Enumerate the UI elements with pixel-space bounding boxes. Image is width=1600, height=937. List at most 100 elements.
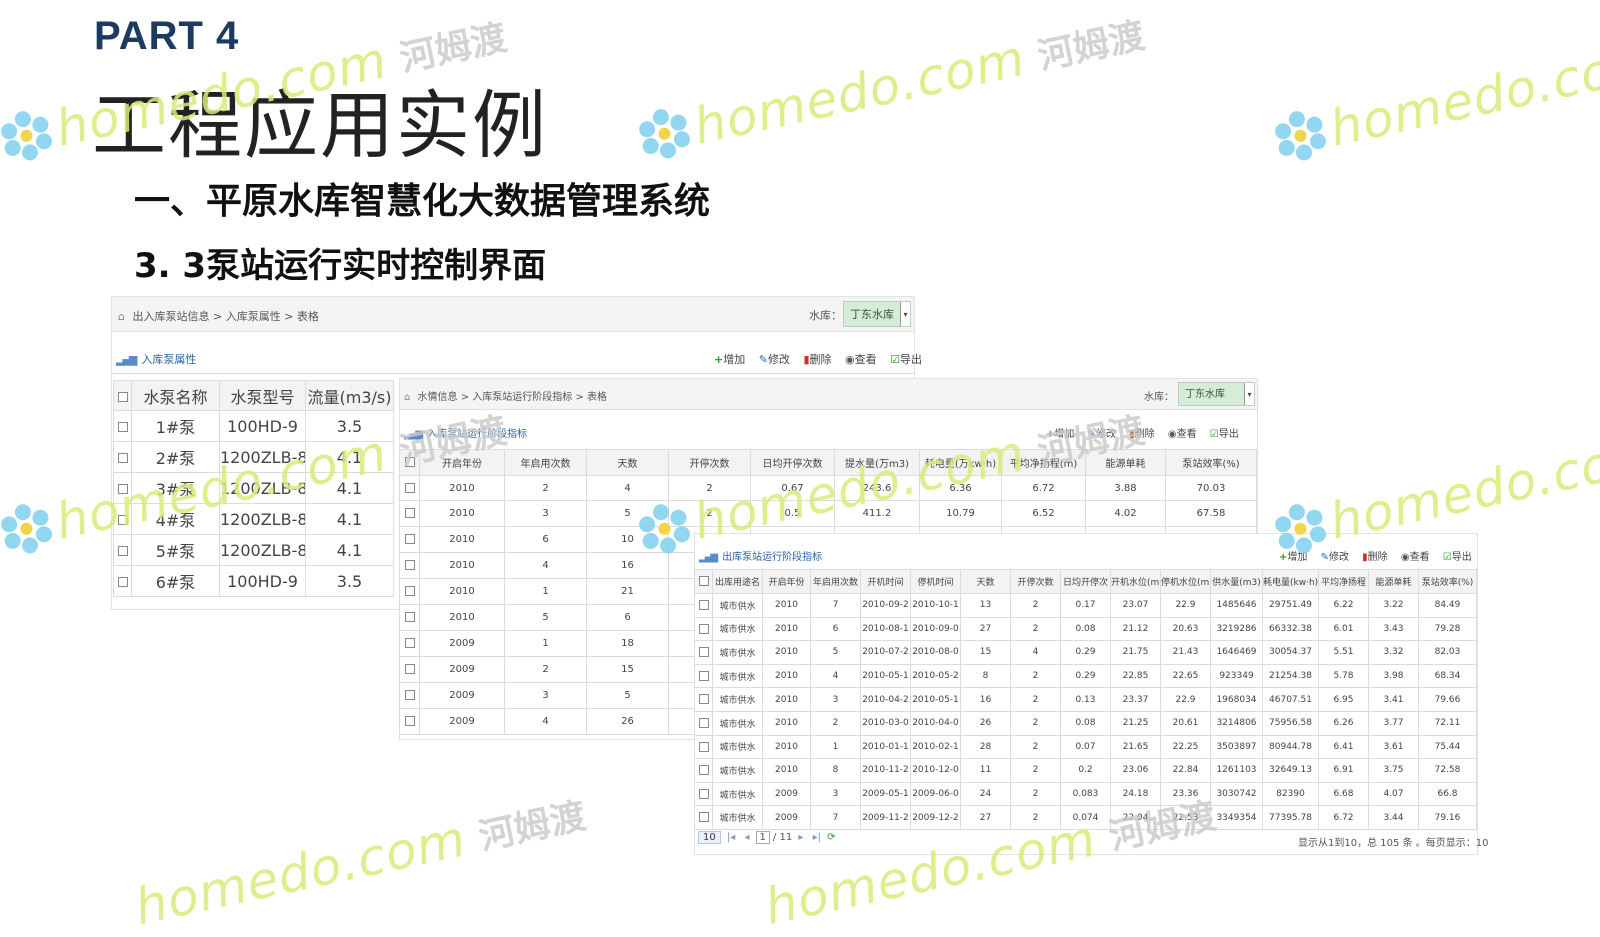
- breadcrumb-item[interactable]: 出入库泵站信息: [132, 310, 209, 323]
- table-row[interactable]: 城市供水 2010 6 2010-08-1 2010-09-0 27 2 0.08 21.12 2…: [694, 616, 1477, 642]
- home-icon[interactable]: ⌂: [118, 310, 125, 323]
- column-header[interactable]: 天数: [960, 569, 1011, 594]
- select-all-checkbox[interactable]: [694, 569, 713, 594]
- row-checkbox[interactable]: [694, 640, 713, 665]
- table-row[interactable]: 城市供水 2009 7 2009-11-2 2009-12-2 27 2 0.074 22.04…: [694, 805, 1477, 830]
- table-row[interactable]: 城市供水 2010 8 2010-11-2 2010-12-0 11 2 0.2 23.06 22…: [694, 758, 1477, 783]
- column-header[interactable]: 供水量(m3): [1210, 569, 1263, 594]
- column-header[interactable]: 日均开停次: [1060, 569, 1111, 594]
- column-header[interactable]: 泵站效率(%): [1418, 569, 1477, 594]
- view-button[interactable]: ◉查看: [845, 353, 877, 366]
- column-header[interactable]: 年启用次数: [810, 569, 861, 594]
- table-row[interactable]: 城市供水 2009 3 2009-05-1 2009-06-0 24 2 0.083 24.18…: [694, 781, 1477, 807]
- reservoir-select[interactable]: 丁东水库 ▾: [1178, 382, 1255, 406]
- row-checkbox[interactable]: [113, 472, 132, 504]
- edit-button[interactable]: ✎修改: [1088, 429, 1116, 440]
- export-button[interactable]: ☑导出: [1210, 429, 1239, 440]
- row-checkbox[interactable]: [694, 616, 713, 642]
- table-row[interactable]: 4#泵1200ZLB-854.1: [113, 503, 394, 535]
- next-page-icon[interactable]: ▸: [798, 832, 803, 843]
- column-header[interactable]: 平均净扬程: [1318, 569, 1369, 594]
- column-header[interactable]: 出库用途名: [712, 569, 763, 594]
- export-button[interactable]: ☑导出: [1443, 552, 1472, 563]
- view-button[interactable]: ◉查看: [1401, 552, 1430, 563]
- row-checkbox[interactable]: [694, 758, 713, 783]
- row-checkbox[interactable]: [113, 441, 132, 473]
- table-row[interactable]: 6#泵 100HD-9 3.5: [113, 565, 394, 597]
- row-checkbox[interactable]: [399, 500, 420, 527]
- column-header[interactable]: 开停次数: [668, 449, 751, 476]
- column-header[interactable]: 耗电量(kw·h): [1262, 569, 1319, 594]
- breadcrumb-item[interactable]: 水情信息: [418, 392, 458, 403]
- column-header[interactable]: 能源单耗: [1085, 449, 1166, 476]
- column-header[interactable]: 开启年份: [762, 569, 811, 594]
- row-checkbox[interactable]: [694, 593, 713, 618]
- table-row[interactable]: 城市供水 2010 3 2010-04-2 2010-05-1 16 2 0.13 23.37 2…: [694, 687, 1477, 712]
- row-checkbox[interactable]: [399, 578, 420, 605]
- column-header[interactable]: 年启用次数: [504, 449, 587, 476]
- last-page-icon[interactable]: ▸|: [813, 832, 821, 843]
- select-all-checkbox[interactable]: [113, 380, 132, 411]
- row-checkbox[interactable]: [399, 475, 420, 501]
- table-row[interactable]: 3#泵1200ZLB-854.1: [113, 472, 394, 504]
- table-row[interactable]: 5#泵1200ZLB-854.1: [113, 534, 394, 566]
- column-header[interactable]: 水泵名称: [131, 380, 220, 411]
- table-row[interactable]: 城市供水 2010 5 2010-07-2 2010-08-0 15 4 0.29 21.75 2…: [694, 640, 1477, 665]
- column-header[interactable]: 水泵型号: [219, 380, 306, 411]
- row-checkbox[interactable]: [694, 781, 713, 807]
- row-checkbox[interactable]: [694, 805, 713, 830]
- table-row[interactable]: 城市供水 2010 4 2010-05-1 2010-05-2 8 2 0.29 22.85 22…: [694, 663, 1477, 689]
- row-checkbox[interactable]: [399, 656, 420, 683]
- row-checkbox[interactable]: [399, 552, 420, 579]
- home-icon[interactable]: ⌂: [404, 392, 410, 403]
- edit-button[interactable]: ✎修改: [1321, 552, 1349, 563]
- first-page-icon[interactable]: |◂: [727, 832, 735, 843]
- table-row[interactable]: 2010 2 4 2 0.67 243.6 6.36 6.72 3.88 70.03: [399, 475, 1257, 501]
- select-all-checkbox[interactable]: [399, 449, 420, 476]
- column-header[interactable]: 耗电量(万kw·h): [919, 449, 1002, 476]
- column-header[interactable]: 能源单耗: [1368, 569, 1419, 594]
- dropdown-arrow-icon[interactable]: ▾: [900, 302, 910, 326]
- add-button[interactable]: +增加: [1279, 552, 1307, 563]
- delete-button[interactable]: ▮删除: [803, 353, 831, 366]
- dropdown-arrow-icon[interactable]: ▾: [1244, 383, 1254, 405]
- row-checkbox[interactable]: [694, 710, 713, 736]
- table-row[interactable]: 1#泵 100HD-9 3.5: [113, 410, 394, 442]
- page-input[interactable]: 1: [755, 831, 770, 844]
- column-header[interactable]: 停机时间: [910, 569, 961, 594]
- row-checkbox[interactable]: [113, 565, 132, 597]
- column-header[interactable]: 开启年份: [419, 449, 505, 476]
- page-size-select[interactable]: 10: [698, 831, 721, 844]
- column-header[interactable]: 提水量(万m3): [834, 449, 920, 476]
- breadcrumb-item[interactable]: 入库泵站运行阶段指标: [472, 392, 572, 403]
- row-checkbox[interactable]: [113, 534, 132, 566]
- table-row[interactable]: 城市供水 2010 7 2010-09-2 2010-10-1 13 2 0.17 23.07 2…: [694, 593, 1477, 618]
- breadcrumb-item[interactable]: 入库泵属性: [226, 310, 281, 323]
- edit-button[interactable]: ✎修改: [759, 353, 790, 366]
- delete-button[interactable]: ▮删除: [1129, 429, 1155, 440]
- row-checkbox[interactable]: [399, 708, 420, 735]
- table-row[interactable]: 城市供水 2010 2 2010-03-0 2010-04-0 26 2 0.08 21.25 2…: [694, 710, 1477, 736]
- table-row[interactable]: 2#泵1200ZLB-854.1: [113, 441, 394, 473]
- delete-button[interactable]: ▮删除: [1362, 552, 1388, 563]
- table-row[interactable]: 城市供水 2010 1 2010-01-1 2010-02-1 28 2 0.07 21.65 2…: [694, 734, 1477, 760]
- column-header[interactable]: 流量(m3/s): [305, 380, 394, 411]
- row-checkbox[interactable]: [113, 503, 132, 535]
- column-header[interactable]: 开停次数: [1010, 569, 1061, 594]
- refresh-icon[interactable]: ⟳: [827, 832, 835, 843]
- row-checkbox[interactable]: [399, 526, 420, 553]
- prev-page-icon[interactable]: ◂: [745, 832, 750, 843]
- row-checkbox[interactable]: [399, 682, 420, 709]
- row-checkbox[interactable]: [399, 604, 420, 631]
- export-button[interactable]: ☑导出: [890, 353, 922, 366]
- row-checkbox[interactable]: [113, 410, 132, 442]
- row-checkbox[interactable]: [694, 663, 713, 689]
- column-header[interactable]: 天数: [586, 449, 669, 476]
- row-checkbox[interactable]: [694, 687, 713, 712]
- table-row[interactable]: 2010 3 5 2 0.5 411.2 10.79 6.52 4.02 67.58: [399, 500, 1257, 527]
- row-checkbox[interactable]: [399, 630, 420, 657]
- add-button[interactable]: +增加: [1046, 429, 1074, 440]
- column-header[interactable]: 停机水位(m): [1160, 569, 1211, 594]
- column-header[interactable]: 泵站效率(%): [1165, 449, 1257, 476]
- view-button[interactable]: ◉查看: [1168, 429, 1197, 440]
